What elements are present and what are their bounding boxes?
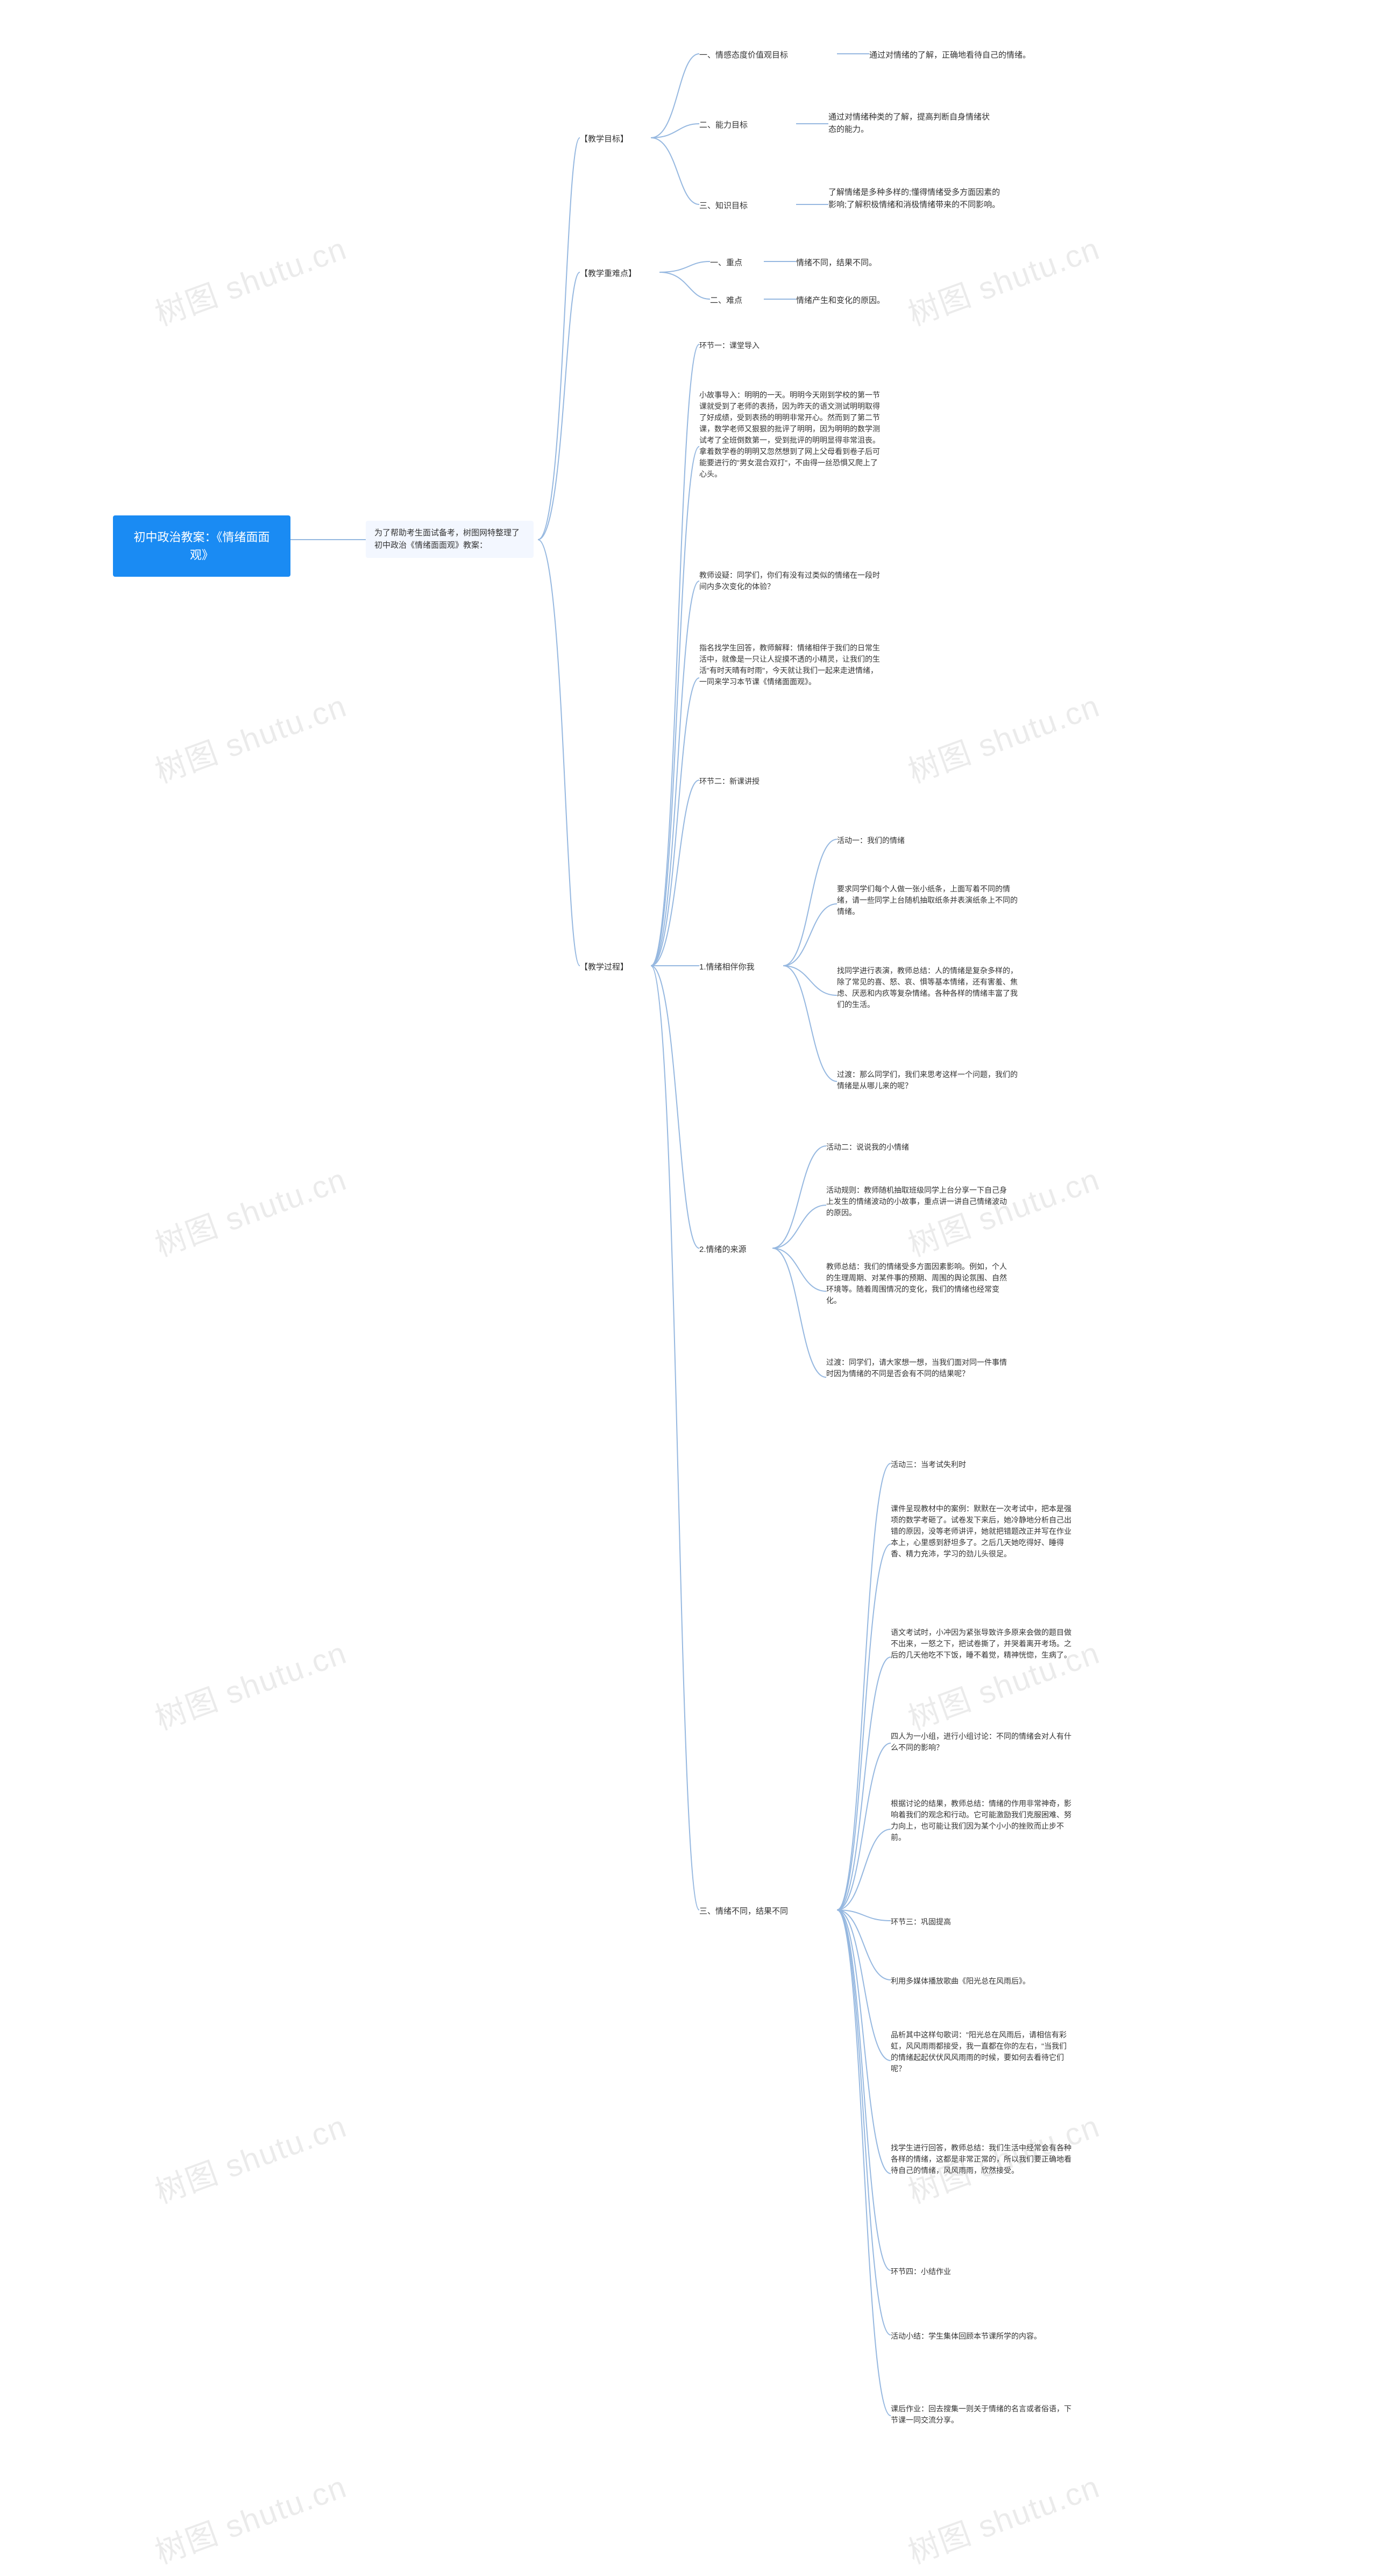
connector-lines [0, 0, 1377, 2571]
goal-2-label[interactable]: 二、能力目标 [699, 117, 748, 134]
sub2-item-1: 活动二：说说我的小情绪 [826, 1140, 909, 1155]
sub3-item-10: 环节四：小结作业 [891, 2264, 951, 2280]
section-process-title: 【教学过程】 [580, 963, 628, 972]
sub3-item-6: 环节三：巩固提高 [891, 1914, 951, 1930]
section-goals[interactable]: 【教学目标】 [580, 131, 628, 148]
mindmap-canvas: 树图 shutu.cn 树图 shutu.cn 树图 shutu.cn 树图 s… [0, 0, 1377, 2571]
focus-1-label[interactable]: 一、重点 [710, 255, 742, 272]
sub3-item-9: 找学生进行回答，教师总结：我们生活中经常会有各种各样的情绪，这都是非常正常的，所… [891, 2140, 1074, 2178]
intro-node[interactable]: 为了帮助考生面试备考，树图网特整理了初中政治《情绪面面观》教案： [366, 521, 534, 558]
sub1-item-3: 找同学进行表演，教师总结：人的情绪是复杂多样的，除了常见的喜、怒、哀、惧等基本情… [837, 963, 1020, 1013]
proc-intro-1: 环节一：课堂导入 [699, 338, 760, 353]
watermark: 树图 shutu.cn [148, 2103, 353, 2216]
focus-2-label[interactable]: 二、难点 [710, 293, 742, 309]
sub2-item-2: 活动规则：教师随机抽取班级同学上台分享一下自己身上发生的情绪波动的小故事，重点讲… [826, 1183, 1009, 1221]
sub3-item-2: 课件呈现教材中的案例：默默在一次考试中，把本是强项的数学考砸了。试卷发下来后，她… [891, 1501, 1074, 1562]
sub3-item-12: 课后作业：回去搜集一则关于情绪的名言或者俗语，下节课一同交流分享。 [891, 2401, 1074, 2428]
goal-2-text: 通过对情绪种类的了解，提高判断自身情绪状态的能力。 [828, 109, 990, 138]
focus-1-text: 情绪不同，结果不同。 [796, 255, 877, 272]
sub2-title: 2.情绪的来源 [699, 1245, 747, 1254]
goal-3-text: 了解情绪是多种多样的;懂得情绪受多方面因素的影响;了解积极情绪和消极情绪带来的不… [828, 185, 1006, 213]
goal-3-label[interactable]: 三、知识目标 [699, 198, 748, 215]
section-goals-title: 【教学目标】 [580, 135, 628, 144]
watermark: 树图 shutu.cn [148, 225, 353, 338]
sub1-node[interactable]: 1.情绪相伴你我 [699, 959, 755, 976]
proc-intro-4: 指名找学生回答，教师解释：情绪相伴于我们的日常生活中，就像是一只让人捉摸不透的小… [699, 640, 882, 690]
proc-intro-2: 小故事导入：明明的一天。明明今天刚到学校的第一节课就受到了老师的表扬，因为昨天的… [699, 387, 882, 482]
sub2-item-3: 教师总结：我们的情绪受多方面因素影响。例如，个人的生理周期、对某件事的预期、周围… [826, 1259, 1009, 1308]
goal-1-label[interactable]: 一、情感态度价值观目标 [699, 47, 788, 64]
sub3-title: 三、情绪不同，结果不同 [699, 1907, 788, 1916]
sub1-item-2: 要求同学们每个人做一张小纸条，上面写着不同的情绪，请一些同学上台随机抽取纸条并表… [837, 881, 1020, 919]
section-focus[interactable]: 【教学重难点】 [580, 266, 636, 282]
sub1-item-4: 过渡：那么同学们，我们来思考这样一个问题，我们的情绪是从哪儿来的呢？ [837, 1067, 1020, 1094]
sub2-item-4: 过渡：同学们，请大家想一想，当我们面对同一件事情时因为情绪的不同是否会有不同的结… [826, 1355, 1009, 1382]
sub3-item-7: 利用多媒体播放歌曲《阳光总在风雨后》。 [891, 1973, 1030, 1989]
watermark: 树图 shutu.cn [148, 683, 353, 795]
sub1-title: 1.情绪相伴你我 [699, 963, 755, 972]
root-title: 初中政治教案：《情绪面面观》 [133, 530, 269, 562]
section-focus-title: 【教学重难点】 [580, 269, 636, 278]
goal-1-text: 通过对情绪的了解，正确地看待自己的情绪。 [869, 47, 1031, 64]
sub3-item-4: 四人为一小组，进行小组讨论：不同的情绪会对人有什么不同的影响？ [891, 1729, 1074, 1756]
focus-2-text: 情绪产生和变化的原因。 [796, 293, 885, 309]
sub2-node[interactable]: 2.情绪的来源 [699, 1242, 747, 1258]
sub3-item-8: 品析其中这样句歌词："阳光总在风雨后，请相信有彩虹，风风雨雨都接受，我一直都在你… [891, 2027, 1074, 2077]
watermark: 树图 shutu.cn [902, 683, 1106, 795]
watermark: 树图 shutu.cn [902, 225, 1106, 338]
section-process[interactable]: 【教学过程】 [580, 959, 628, 976]
sub3-item-11: 活动小结：学生集体回顾本节课所学的内容。 [891, 2329, 1041, 2344]
watermark: 树图 shutu.cn [148, 1630, 353, 1742]
sub3-node[interactable]: 三、情绪不同，结果不同 [699, 1903, 788, 1920]
sub3-item-1: 活动三：当考试失利时 [891, 1457, 966, 1473]
sub1-item-1: 活动一：我们的情绪 [837, 833, 905, 848]
sub3-item-5: 根据讨论的结果，教师总结：情绪的作用非常神奇，影响着我们的观念和行动。它可能激励… [891, 1796, 1074, 1845]
watermark: 树图 shutu.cn [148, 1156, 353, 1269]
watermark: 树图 shutu.cn [902, 2464, 1106, 2576]
root-node[interactable]: 初中政治教案：《情绪面面观》 [113, 515, 290, 577]
proc-intro-5: 环节二：新课讲授 [699, 774, 760, 789]
sub3-item-3: 语文考试时，小冲因为紧张导致许多原来会做的题目做不出来，一怒之下，把试卷撕了，并… [891, 1625, 1074, 1663]
proc-intro-3: 教师设疑：同学们，你们有没有过类似的情绪在一段时间内多次变化的体验？ [699, 568, 882, 595]
watermark: 树图 shutu.cn [148, 2464, 353, 2576]
intro-text: 为了帮助考生面试备考，树图网特整理了初中政治《情绪面面观》教案： [374, 528, 520, 550]
